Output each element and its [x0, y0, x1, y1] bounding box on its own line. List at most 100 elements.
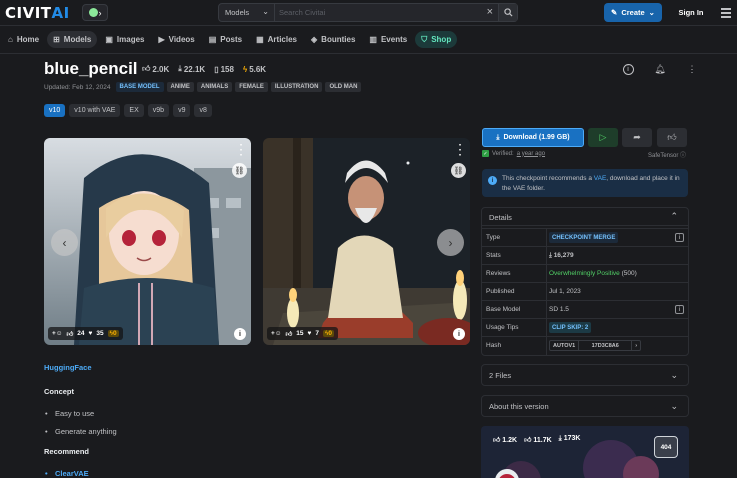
heart-icon: ♥: [307, 330, 312, 337]
list-item: Easy to use: [45, 409, 94, 418]
version-v9b[interactable]: v9b: [147, 104, 170, 117]
vae-notice: i This checkpoint recommends a VAE, down…: [482, 169, 688, 197]
chevron-right-icon: ›: [448, 235, 453, 250]
detail-row-usage: Usage Tips CLIP SKIP: 2: [482, 318, 688, 337]
sign-in-button[interactable]: Sign In: [670, 3, 712, 22]
reviews-link[interactable]: Overwhelmingly Positive (500): [549, 270, 637, 277]
search-type-select[interactable]: Models ⌄: [219, 4, 275, 21]
link-icon[interactable]: ⛓︎: [451, 163, 466, 178]
home-icon: ⌂: [8, 35, 13, 44]
huggingface-link[interactable]: HuggingFace: [44, 363, 92, 372]
tag-old-man[interactable]: OLD MAN: [325, 82, 362, 92]
run-button[interactable]: ▷: [588, 128, 618, 147]
carousel-next-button[interactable]: ›: [437, 229, 464, 256]
verified-time[interactable]: a year ago: [517, 151, 545, 157]
details-header[interactable]: Details ⌃: [482, 208, 688, 226]
nav-home[interactable]: ⌂ Home: [2, 31, 45, 48]
nav-divider: [0, 53, 737, 54]
image-info-icon[interactable]: i: [453, 328, 465, 340]
play-icon: ▷: [599, 132, 607, 142]
model-meta: Updated: Feb 12, 2024 BASE MODEL ANIME A…: [44, 82, 362, 92]
detail-row-reviews: Reviews Overwhelmingly Positive (500): [482, 264, 688, 283]
download-button[interactable]: ⤓ Download (1.99 GB): [482, 128, 584, 147]
site-logo[interactable]: CIVITAI: [5, 4, 70, 22]
tag-illustration[interactable]: ILLUSTRATION: [270, 82, 323, 92]
search-input[interactable]: Search Civitai: [279, 8, 325, 17]
chevron-left-icon: ‹: [62, 235, 67, 250]
add-reaction-icon: +☺: [52, 330, 63, 337]
clear-search-icon[interactable]: ×: [487, 6, 493, 18]
creator-card[interactable]: 👍︎ 1.2K 👍︎ 11.7K ⤓ 173K 404: [481, 426, 689, 478]
bookmark-icon: ▯: [214, 64, 219, 74]
chevron-right-icon: ›: [98, 7, 102, 18]
share-icon: ➦: [633, 132, 641, 142]
image-info-icon[interactable]: i: [234, 328, 246, 340]
logo-menu-button[interactable]: ›: [82, 4, 108, 21]
model-actions: i 🔔︎ ⋮: [620, 61, 700, 77]
concept-heading: Concept: [44, 387, 74, 396]
like-icon: 👍︎: [524, 437, 532, 444]
version-v9[interactable]: v9: [173, 104, 191, 117]
share-button[interactable]: ➦: [622, 128, 652, 147]
heart-icon: ♥: [88, 330, 93, 337]
search-button[interactable]: [498, 4, 517, 21]
image-menu-icon[interactable]: · · ·: [240, 141, 243, 161]
menu-icon[interactable]: [721, 8, 731, 20]
search-icon: [503, 8, 513, 17]
video-icon: ▶: [158, 35, 165, 44]
like-button[interactable]: 👍︎: [657, 128, 687, 147]
verified-status: ✓ Verified: a year ago: [482, 150, 546, 157]
info-icon: ⓘ: [680, 153, 687, 159]
updated-date: Updated: Feb 12, 2024: [44, 83, 111, 91]
tag-base-model[interactable]: BASE MODEL: [115, 82, 164, 92]
create-button[interactable]: ✎ Create ⌄: [604, 3, 662, 22]
version-v10[interactable]: v10: [44, 104, 66, 117]
creator-badge: 404: [654, 436, 678, 458]
nav-posts[interactable]: ▤ Posts: [203, 31, 248, 48]
detail-row-stats: Stats ⤓ 16,279: [482, 246, 688, 265]
version-tabs: v10 v10 with VAE EX v9b v9 v8: [44, 104, 212, 117]
list-item: Generate anything: [45, 427, 117, 436]
image-reactions[interactable]: +☺ 👍︎ 15 ♥ 7 ϟ0: [267, 327, 339, 340]
calendar-icon: ▥: [369, 35, 377, 44]
clearvae-link[interactable]: ClearVAE: [45, 469, 89, 478]
nav-shop[interactable]: ⛉ Shop: [415, 31, 458, 48]
image-menu-icon[interactable]: · · ·: [459, 141, 462, 161]
image-reactions[interactable]: +☺ 👍︎ 24 ♥ 35 ϟ0: [48, 327, 123, 340]
notification-button[interactable]: 🔔︎: [652, 61, 668, 77]
article-icon: ▦: [256, 35, 264, 44]
nav-images[interactable]: ▣ Images: [99, 31, 150, 48]
nav-events[interactable]: ▥ Events: [363, 31, 413, 48]
nav-bounties[interactable]: ◈ Bounties: [305, 31, 361, 48]
info-button[interactable]: i: [620, 61, 636, 77]
tag-anime[interactable]: ANIME: [166, 82, 194, 92]
detail-row-published: Published Jul 1, 2023: [482, 282, 688, 301]
hash-copy[interactable]: AUTOV1 17D3C8A6 ›: [549, 340, 642, 351]
version-v10-vae[interactable]: v10 with VAE: [69, 104, 121, 117]
version-ex[interactable]: EX: [124, 104, 144, 117]
thumbs-up-icon: 👍︎: [66, 330, 74, 338]
carousel-prev-button[interactable]: ‹: [51, 229, 78, 256]
nav-models[interactable]: ⊞ Models: [47, 31, 98, 48]
brand-mark-icon: [88, 8, 98, 17]
about-version-accordion[interactable]: About this version ⌄: [481, 395, 689, 417]
vae-link[interactable]: VAE: [594, 175, 607, 182]
thumbs-up-icon: 👍︎: [667, 132, 677, 142]
download-icon: ⤓: [178, 64, 182, 73]
clip-skip-badge: CLIP SKIP: 2: [549, 322, 592, 333]
buzz-reaction: ϟ0: [322, 330, 335, 337]
link-icon[interactable]: ⛓︎: [232, 163, 247, 178]
tag-animals[interactable]: ANIMALS: [196, 82, 233, 92]
model-title: blue_pencil: [44, 59, 138, 78]
chevron-right-icon: ›: [631, 341, 640, 350]
safetensor-label: SafeTensor ⓘ: [648, 153, 687, 159]
info-icon[interactable]: i: [675, 305, 684, 314]
files-accordion[interactable]: 2 Files ⌄: [481, 364, 689, 386]
more-button[interactable]: ⋮: [684, 61, 700, 77]
info-icon[interactable]: i: [675, 233, 684, 242]
nav-videos[interactable]: ▶ Videos: [152, 31, 200, 48]
version-v8[interactable]: v8: [194, 104, 212, 117]
tag-female[interactable]: FEMALE: [235, 82, 268, 92]
chevron-down-icon: ⌄: [262, 7, 269, 16]
nav-articles[interactable]: ▦ Articles: [250, 31, 303, 48]
